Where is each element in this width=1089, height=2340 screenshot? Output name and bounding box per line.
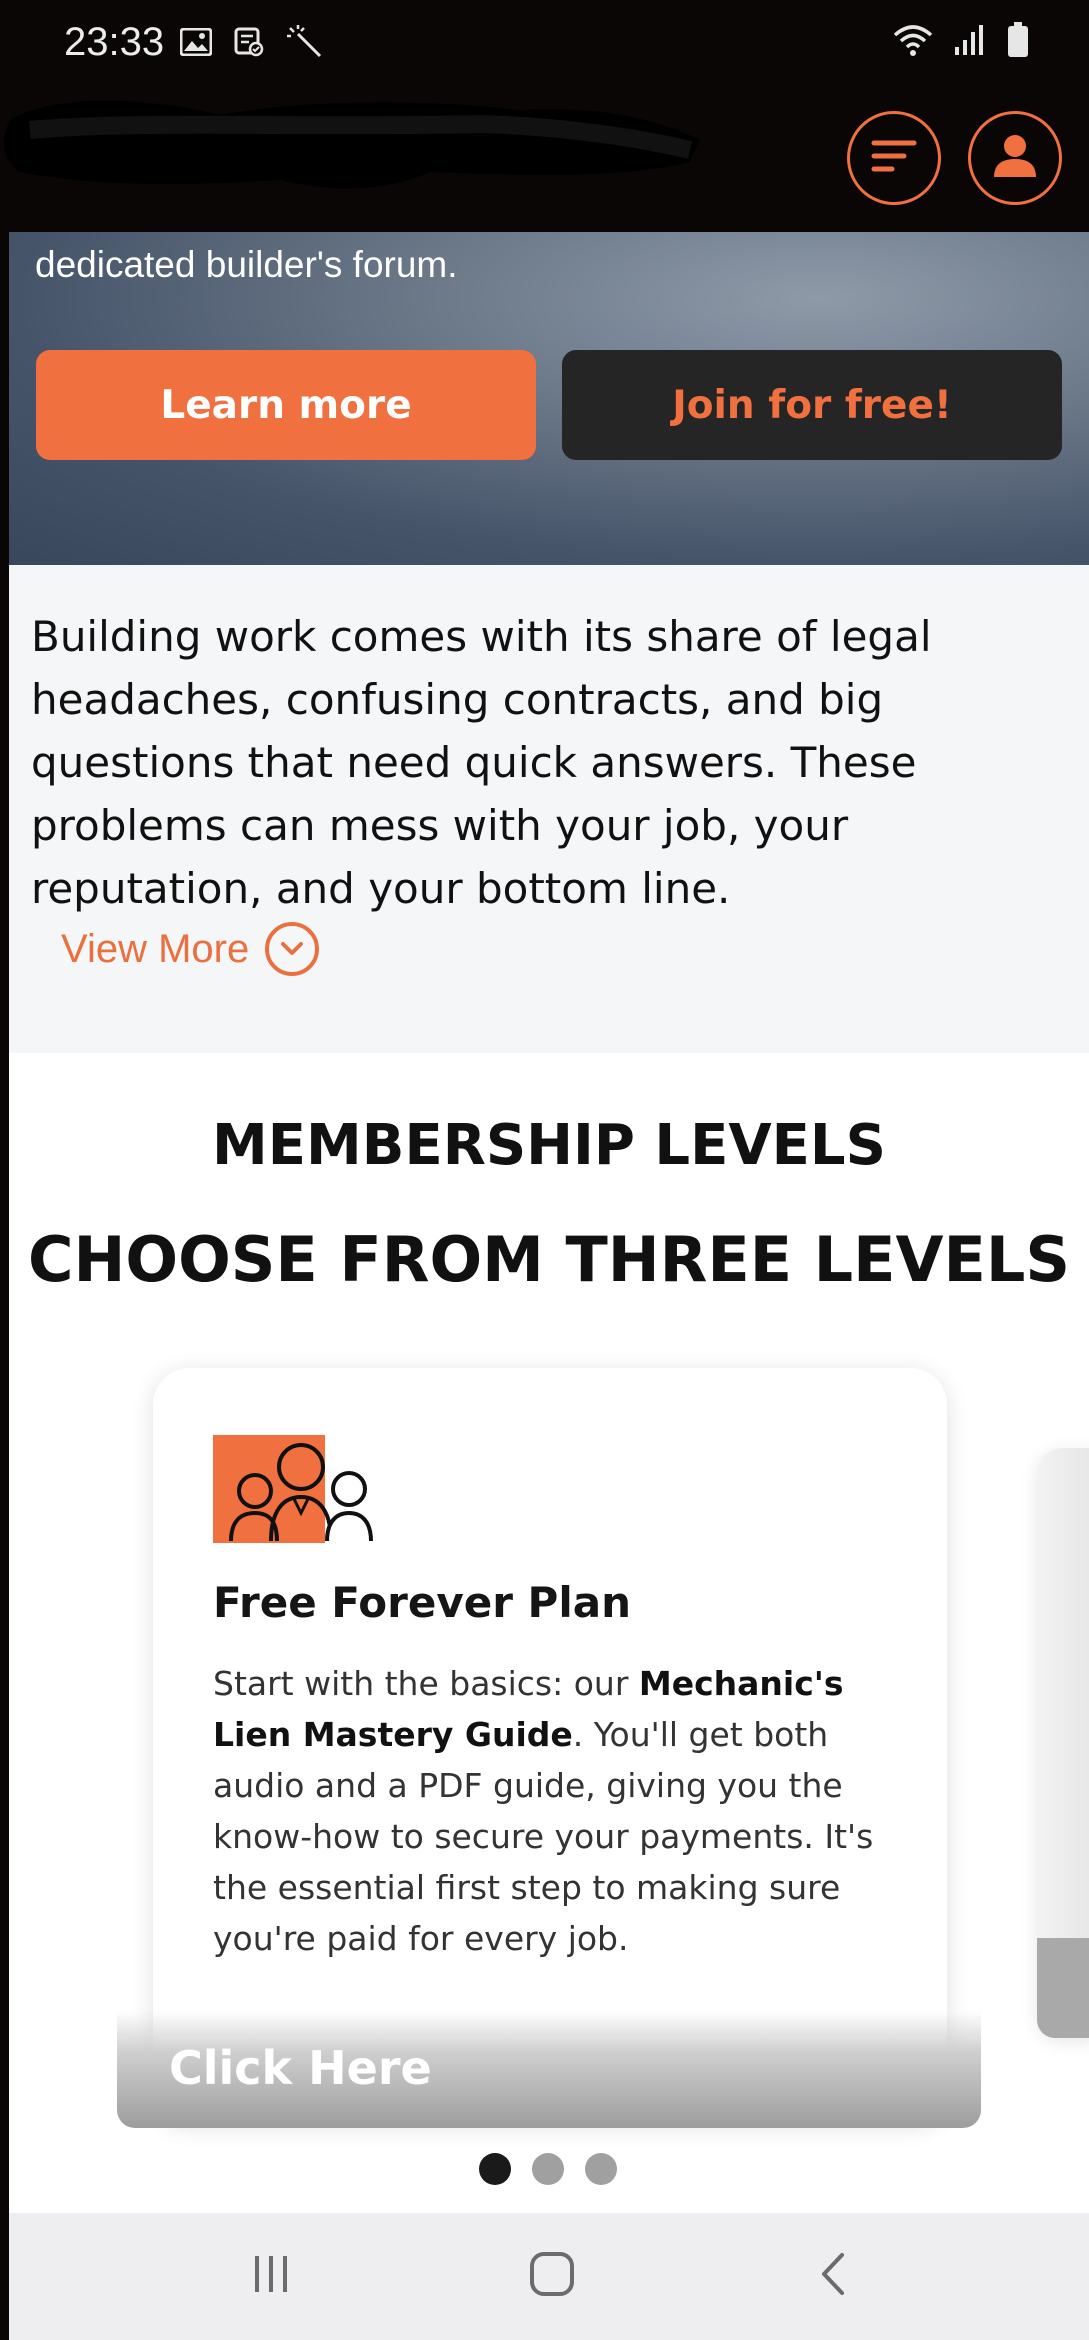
membership-title: CHOOSE FROM THREE LEVELS bbox=[27, 1223, 1071, 1296]
plan-description: Start with the basics: our Mechanic's Li… bbox=[213, 1658, 903, 1964]
magic-wand-icon bbox=[286, 24, 324, 65]
user-icon bbox=[992, 133, 1038, 184]
home-icon bbox=[529, 2251, 575, 2302]
logo-redacted bbox=[0, 80, 710, 200]
signal-icon bbox=[953, 23, 987, 62]
membership-subtitle: MEMBERSHIP LEVELS bbox=[212, 1113, 886, 1178]
status-icons-left bbox=[179, 24, 324, 65]
carousel-dot-2[interactable] bbox=[532, 2153, 564, 2185]
plan-card-free[interactable]: Free Forever Plan Start with the basics:… bbox=[153, 1368, 947, 2123]
hero-banner: dedicated builder's forum. Learn more Jo… bbox=[9, 232, 1089, 565]
membership-section: MEMBERSHIP LEVELS CHOOSE FROM THREE LEVE… bbox=[9, 1053, 1089, 2213]
click-here-label: Click Here bbox=[169, 2041, 432, 2095]
carousel-dot-1[interactable] bbox=[479, 2153, 511, 2185]
image-icon bbox=[179, 27, 213, 61]
carousel-dots bbox=[479, 2153, 617, 2185]
home-button[interactable] bbox=[512, 2241, 592, 2311]
top-bar: 23:33 bbox=[0, 0, 1089, 232]
click-here-button[interactable]: Click Here bbox=[117, 2011, 981, 2128]
back-icon bbox=[818, 2251, 848, 2302]
battery-icon bbox=[1007, 22, 1029, 63]
recents-button[interactable] bbox=[231, 2241, 311, 2311]
hero-text: dedicated builder's forum. bbox=[35, 244, 458, 285]
chevron-down-icon bbox=[265, 922, 320, 976]
recents-icon bbox=[249, 2252, 293, 2301]
plan-description-start: Start with the basics: our bbox=[213, 1664, 639, 1703]
intro-paragraph: Building work comes with its share of le… bbox=[31, 612, 932, 913]
carousel-dot-3[interactable] bbox=[585, 2153, 617, 2185]
view-more-link[interactable]: View More bbox=[61, 922, 320, 976]
intro-section: Building work comes with its share of le… bbox=[9, 565, 1089, 1053]
system-nav-bar bbox=[9, 2213, 1089, 2340]
join-free-button[interactable]: Join for free! bbox=[562, 350, 1062, 460]
team-people-icon bbox=[213, 1433, 373, 1545]
view-more-label: View More bbox=[61, 926, 250, 971]
learn-more-button[interactable]: Learn more bbox=[36, 350, 536, 460]
menu-icon bbox=[870, 139, 918, 178]
back-button[interactable] bbox=[793, 2241, 873, 2311]
status-time: 23:33 bbox=[64, 20, 165, 64]
status-icons-right bbox=[893, 22, 1029, 63]
next-plan-card-cta-peek bbox=[1037, 1938, 1089, 2038]
plan-title: Free Forever Plan bbox=[213, 1578, 631, 1627]
account-button[interactable] bbox=[968, 111, 1062, 205]
notes-icon bbox=[234, 27, 264, 62]
wifi-icon bbox=[893, 23, 933, 62]
menu-button[interactable] bbox=[847, 111, 941, 205]
